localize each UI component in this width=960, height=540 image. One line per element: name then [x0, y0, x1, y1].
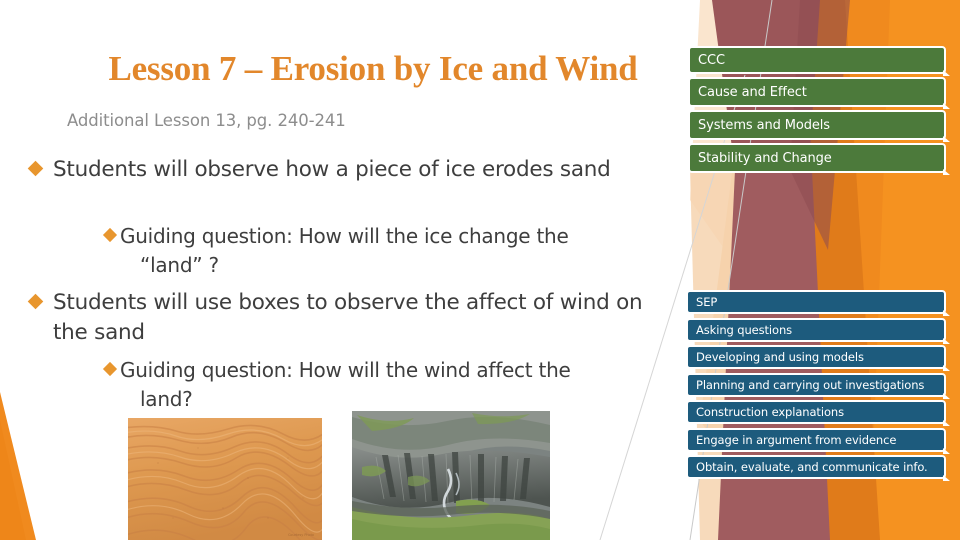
bullet-item-1-text: Students will observe how a piece of ice…	[53, 157, 611, 182]
ccc-item-label: Cause and Effect	[698, 84, 807, 100]
sep-item-planning-and-carrying-out-investigations[interactable]: Planning and carrying out investigations	[686, 372, 950, 399]
svg-text:Courtesy Photo: Courtesy Photo	[288, 533, 314, 537]
page-title: Lesson 7 – Erosion by Ice and Wind	[108, 49, 638, 88]
ccc-item-cause-and-effect[interactable]: Cause and Effect	[688, 77, 950, 109]
bullet-item-2-sub-text: Guiding question: How will the wind affe…	[120, 356, 571, 414]
slide-content: Lesson 7 – Erosion by Ice and Wind Addit…	[0, 0, 700, 540]
bullet-1-sub-line2: “land” ?	[140, 253, 219, 277]
ccc-item-systems-and-models[interactable]: Systems and Models	[688, 110, 950, 142]
bullet-item-1: Students will observe how a piece of ice…	[27, 155, 680, 185]
sep-item-label: Engage in argument from evidence	[696, 432, 897, 447]
image-sand-dune-ripples: Courtesy Photo	[128, 418, 322, 540]
sep-heading-box[interactable]: SEP	[686, 290, 950, 316]
ccc-item-label: Systems and Models	[698, 117, 830, 133]
sep-heading-label: SEP	[696, 295, 718, 309]
sep-item-asking-questions[interactable]: Asking questions	[686, 317, 950, 344]
diamond-bullet-icon	[27, 293, 44, 310]
ccc-item-label: Stability and Change	[698, 150, 832, 166]
diamond-bullet-icon	[27, 160, 44, 177]
bullet-item-2-text: Students will use boxes to observe the a…	[53, 290, 643, 345]
ccc-panel: CCC Cause and Effect Systems and Models …	[688, 46, 950, 176]
bullet-item-1-sub-text: Guiding question: How will the ice chang…	[120, 222, 569, 280]
bullet-item-1-sub: Guiding question: How will the ice chang…	[102, 222, 685, 280]
sep-item-label: Construction explanations	[696, 405, 844, 419]
sep-panel: SEP Asking questions Developing and usin…	[686, 290, 950, 483]
slide-subtitle: Additional Lesson 13, pg. 240-241	[67, 111, 346, 130]
ccc-item-stability-and-change[interactable]: Stability and Change	[688, 143, 950, 175]
sep-item-developing-and-using-models[interactable]: Developing and using models	[686, 345, 950, 371]
sep-item-label: Obtain, evaluate, and communicate info.	[696, 460, 928, 474]
ccc-heading-label: CCC	[698, 52, 725, 68]
bullet-2-sub-line1: Guiding question: How will the wind affe…	[120, 358, 571, 382]
sep-item-label: Developing and using models	[696, 350, 864, 364]
bullet-1-sub-line1: Guiding question: How will the ice chang…	[120, 224, 569, 248]
slide-canvas: Lesson 7 – Erosion by Ice and Wind Addit…	[0, 0, 960, 540]
sep-item-label: Planning and carrying out investigations	[696, 377, 925, 392]
diamond-bullet-icon	[102, 227, 118, 243]
sep-item-label: Asking questions	[696, 322, 793, 337]
image-eroded-landscape	[352, 411, 550, 540]
bullet-item-2: Students will use boxes to observe the a…	[27, 288, 680, 348]
sep-item-construction-explanations[interactable]: Construction explanations	[686, 400, 950, 426]
bullet-item-2-sub: Guiding question: How will the wind affe…	[102, 356, 685, 414]
sep-item-obtain-evaluate-communicate[interactable]: Obtain, evaluate, and communicate info.	[686, 455, 950, 481]
ccc-heading-box[interactable]: CCC	[688, 46, 950, 76]
diamond-bullet-icon	[102, 361, 118, 377]
bullet-2-sub-line2: land?	[140, 387, 193, 411]
sep-item-engage-in-argument-from-evidence[interactable]: Engage in argument from evidence	[686, 427, 950, 454]
